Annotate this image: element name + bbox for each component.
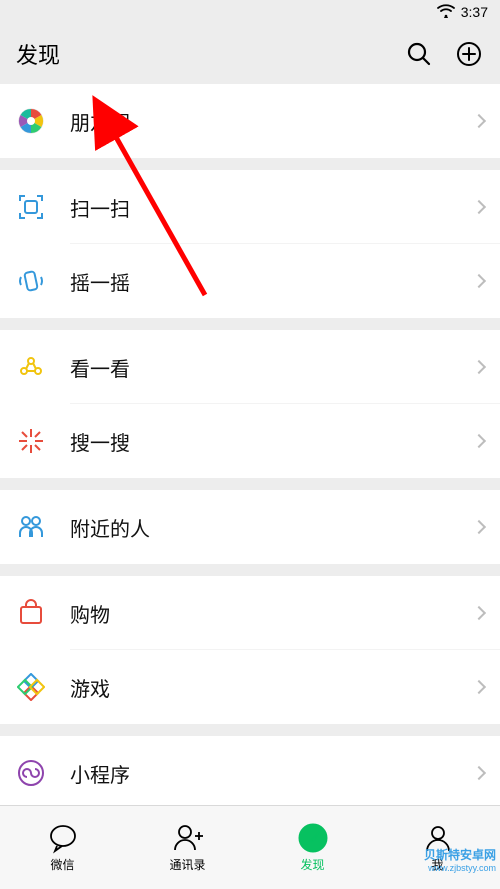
search-icon[interactable] [404,39,434,69]
row-nearby[interactable]: 附近的人 [0,490,500,564]
tab-bar: 微信 通讯录 发现 我 [0,805,500,889]
moments-icon [16,106,46,136]
status-time: 3:37 [461,4,488,20]
chevron-right-icon [472,360,486,374]
games-icon [16,672,46,702]
row-top-stories[interactable]: 看一看 [0,330,500,404]
row-label: 附近的人 [70,513,474,542]
chevron-right-icon [472,680,486,694]
row-mini-programs[interactable]: 小程序 [0,736,500,810]
chevron-right-icon [472,434,486,448]
shopping-icon [16,598,46,628]
row-label: 摇一摇 [70,267,474,296]
scan-icon [16,192,46,222]
nearby-icon [16,512,46,542]
tab-chat[interactable]: 微信 [0,806,125,889]
row-label: 扫一扫 [70,193,474,222]
status-bar: 3:37 [0,0,500,24]
top-stories-icon [16,352,46,382]
tab-label: 发现 [300,856,324,873]
header: 发现 [0,24,500,84]
header-actions [404,39,484,69]
row-shopping[interactable]: 购物 [0,576,500,650]
tab-discover[interactable]: 发现 [250,806,375,889]
chevron-right-icon [472,114,486,128]
chevron-right-icon [472,606,486,620]
row-label: 小程序 [70,759,474,788]
row-label: 朋友圈 [70,107,474,136]
chevron-right-icon [472,520,486,534]
wifi-icon [437,4,455,21]
chevron-right-icon [472,274,486,288]
mini-programs-icon [16,758,46,788]
shake-icon [16,266,46,296]
tab-label: 我 [431,856,443,873]
row-label: 搜一搜 [70,427,474,456]
add-icon[interactable] [454,39,484,69]
row-label: 游戏 [70,673,474,702]
row-shake[interactable]: 摇一摇 [0,244,500,318]
row-label: 购物 [70,599,474,628]
chevron-right-icon [472,200,486,214]
row-games[interactable]: 游戏 [0,650,500,724]
row-moments[interactable]: 朋友圈 [0,84,500,158]
page-title: 发现 [16,38,60,70]
row-search[interactable]: 搜一搜 [0,404,500,478]
row-scan[interactable]: 扫一扫 [0,170,500,244]
content-list: 朋友圈 扫一扫 摇一摇 看一看 [0,84,500,810]
row-label: 看一看 [70,353,474,382]
search-content-icon [16,426,46,456]
tab-label: 微信 [50,856,74,873]
tab-me[interactable]: 我 [375,806,500,889]
tab-label: 通讯录 [169,856,205,873]
tab-contacts[interactable]: 通讯录 [125,806,250,889]
chevron-right-icon [472,766,486,780]
